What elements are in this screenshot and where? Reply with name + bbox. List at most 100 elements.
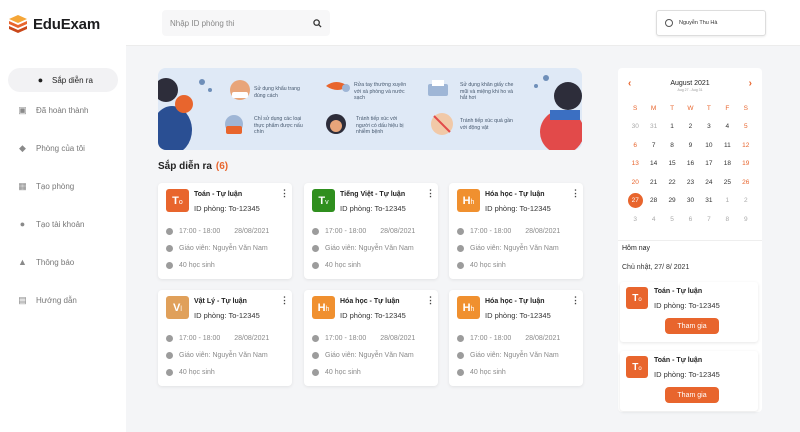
calendar-day[interactable]: 23 [681, 173, 699, 192]
card-room-id: ID phòng: To-12345 [340, 204, 406, 213]
search-icon[interactable] [313, 18, 322, 28]
weekday-label: W [687, 104, 694, 112]
calendar-day[interactable]: 12 [737, 136, 755, 155]
more-options-icon[interactable]: ⋮ [280, 296, 289, 306]
calendar-day[interactable]: 31 [644, 118, 662, 137]
calendar-day[interactable]: 30 [681, 192, 699, 211]
calendar-day[interactable]: 27 [626, 192, 644, 211]
calendar-day[interactable]: 4 [644, 210, 662, 229]
logo[interactable]: EduExam [8, 14, 100, 34]
calendar-day[interactable]: 7 [700, 210, 718, 229]
banner-tip: Tránh tiếp xúc với người có dấu hiệu bị … [356, 116, 404, 135]
more-options-icon[interactable]: ⋮ [571, 296, 580, 306]
sidebar-item-label: Tạo tài khoản [36, 219, 85, 229]
calendar-day[interactable]: 19 [737, 155, 755, 174]
exam-card[interactable]: To Toán - Tự luận ID phòng: To-12345 ⋮ 1… [158, 183, 292, 279]
sidebar-item-create-room[interactable]: ▦ Tạo phòng [8, 174, 118, 198]
covid-banner: Sử dụng khẩu trang đúng cách Rửa tay thư… [158, 68, 582, 150]
card-room-id: ID phòng: To-12345 [340, 311, 406, 320]
card-room-id: ID phòng: To-12345 [654, 370, 720, 379]
join-button[interactable]: Tham gia [665, 387, 719, 403]
calendar-day[interactable]: 16 [681, 155, 699, 174]
calendar-day[interactable]: 4 [718, 118, 736, 137]
sidebar-item-guide[interactable]: ▤ Hướng dẫn [8, 288, 118, 312]
calendar-day[interactable]: 17 [700, 155, 718, 174]
card-room-id: ID phòng: To-12345 [485, 204, 551, 213]
today-title: Hôm nay [622, 245, 651, 252]
card-room-id: ID phòng: To-12345 [654, 301, 720, 310]
calendar-month: August 2021 [670, 80, 710, 87]
exam-card[interactable]: Hh Hóa học - Tự luận ID phòng: To-12345 … [304, 290, 438, 386]
exam-card[interactable]: Vl Vật Lý - Tự luận ID phòng: To-12345 ⋮… [158, 290, 292, 386]
clock-icon [312, 228, 319, 235]
calendar-day[interactable]: 3 [626, 210, 644, 229]
calendar-day[interactable]: 13 [626, 155, 644, 174]
subject-badge: Vl [166, 296, 189, 319]
user-menu[interactable]: Nguyễn Thu Hà [656, 10, 766, 36]
calendar-day[interactable]: 28 [644, 192, 662, 211]
exam-card[interactable]: Hh Hóa học - Tự luận ID phòng: To-12345 … [449, 183, 583, 279]
calendar-panel: ‹ › August 2021 Aug 27 - Aug 31 SMTWTFS3… [618, 68, 762, 412]
sidebar-item-completed[interactable]: ▣ Đã hoàn thành [8, 98, 118, 122]
calendar-day[interactable]: 2 [737, 192, 755, 211]
calendar-day[interactable]: 2 [681, 118, 699, 137]
card-title: Tiếng Việt - Tự luận [340, 191, 406, 198]
students-icon [457, 262, 464, 269]
more-options-icon[interactable]: ⋮ [571, 189, 580, 199]
calendar-day[interactable]: 26 [737, 173, 755, 192]
exam-card[interactable]: Hh Hóa học - Tự luận ID phòng: To-12345 … [449, 290, 583, 386]
exam-card[interactable]: Tv Tiếng Việt - Tự luận ID phòng: To-123… [304, 183, 438, 279]
clock-icon [166, 335, 173, 342]
calendar-day[interactable]: 8 [663, 136, 681, 155]
user-avatar-icon [665, 19, 673, 27]
calendar-day[interactable]: 31 [700, 192, 718, 211]
calendar-day[interactable]: 21 [644, 173, 662, 192]
more-options-icon[interactable]: ⋮ [280, 189, 289, 199]
card-title: Hóa học - Tự luận [485, 298, 545, 305]
calendar-day[interactable]: 7 [644, 136, 662, 155]
calendar-day[interactable]: 14 [644, 155, 662, 174]
search-input[interactable] [170, 18, 313, 28]
calendar-day[interactable]: 18 [718, 155, 736, 174]
subject-badge: Tv [312, 189, 335, 212]
banner-tip: Chỉ sử dụng các loại thực phẩm được nấu … [254, 116, 303, 135]
calendar-day[interactable]: 24 [700, 173, 718, 192]
calendar-day[interactable]: 20 [626, 173, 644, 192]
logo-text: EduExam [33, 15, 100, 33]
calendar-day[interactable]: 29 [663, 192, 681, 211]
teacher-icon [166, 352, 173, 359]
sidebar-item-create-account[interactable]: ● Tạo tài khoản [8, 212, 118, 236]
calendar-day[interactable]: 5 [663, 210, 681, 229]
calendar-day[interactable]: 15 [663, 155, 681, 174]
calendar-day[interactable]: 3 [700, 118, 718, 137]
calendar-day[interactable]: 25 [718, 173, 736, 192]
sidebar-item-my-rooms[interactable]: ◆ Phòng của tôi [8, 136, 118, 160]
students-icon [166, 369, 173, 376]
card-time: 17:00 - 18:00 28/08/2021 [166, 335, 269, 342]
sidebar-item-upcoming[interactable]: ● Sắp diễn ra [8, 68, 118, 92]
calendar-day[interactable]: 10 [700, 136, 718, 155]
calendar-day[interactable]: 6 [681, 210, 699, 229]
grid-icon: ▦ [18, 180, 27, 191]
sidebar-item-notifications[interactable]: ▲ Thông báo [8, 250, 118, 274]
clock-icon [457, 228, 464, 235]
calendar-day[interactable]: 11 [718, 136, 736, 155]
calendar-day[interactable]: 9 [681, 136, 699, 155]
calendar-day[interactable]: 6 [626, 136, 644, 155]
calendar-day[interactable]: 1 [718, 192, 736, 211]
calendar-day[interactable]: 9 [737, 210, 755, 229]
join-button[interactable]: Tham gia [665, 318, 719, 334]
calendar-day[interactable]: 1 [663, 118, 681, 137]
weekday-label: S [743, 104, 748, 112]
calendar-day[interactable]: 5 [737, 118, 755, 137]
more-options-icon[interactable]: ⋮ [426, 296, 435, 306]
subject-badge: To [166, 189, 189, 212]
header: Nguyễn Thu Hà [126, 0, 800, 46]
calendar-day[interactable]: 8 [718, 210, 736, 229]
more-options-icon[interactable]: ⋮ [426, 189, 435, 199]
subject-badge: Hh [457, 296, 480, 319]
calendar-day[interactable]: 30 [626, 118, 644, 137]
calendar-day[interactable]: 22 [663, 173, 681, 192]
card-title: Toán - Tự luận [194, 191, 243, 198]
user-icon: ● [19, 219, 26, 229]
